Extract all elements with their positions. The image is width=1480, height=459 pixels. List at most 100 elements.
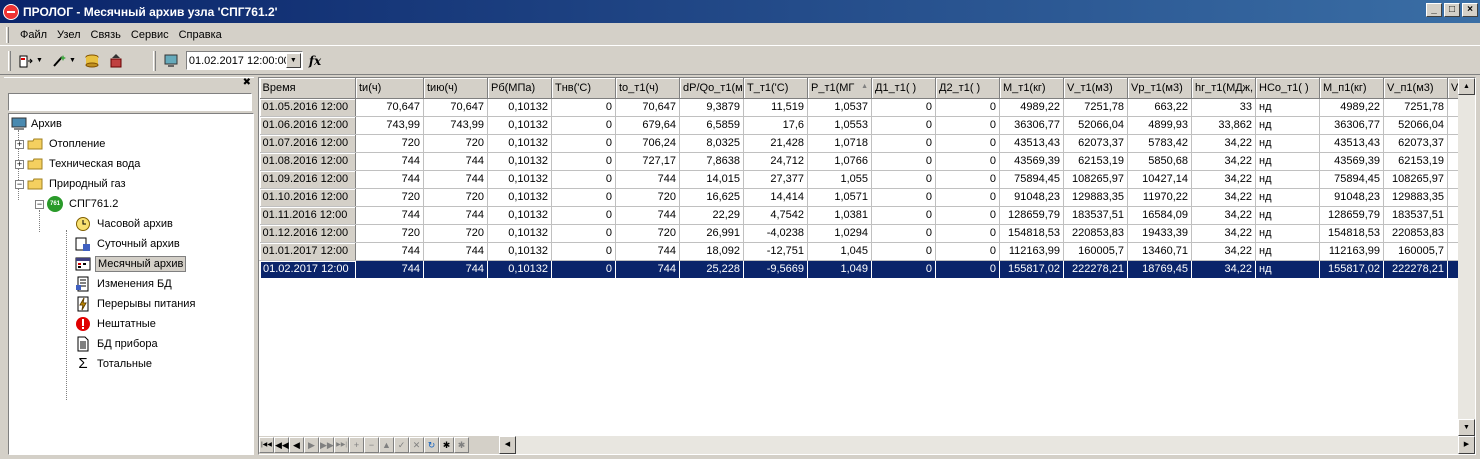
table-cell[interactable]: 9,3879	[679, 98, 744, 117]
table-row[interactable]: 01.01.2017 12:00 744 744 0,10132 0 744 18,092-…	[259, 242, 1460, 261]
table-cell[interactable]: 34,22	[1191, 134, 1256, 153]
table-cell[interactable]: 0	[871, 152, 936, 171]
table-cell[interactable]: 33,862	[1191, 116, 1256, 135]
table-cell[interactable]: 1,055	[807, 170, 872, 189]
nav-apply-filter-icon[interactable]: ✱	[439, 437, 454, 453]
table-cell[interactable]: 1,049	[807, 259, 872, 279]
table-cell[interactable]: 70,647	[423, 98, 488, 117]
table-cell[interactable]: нд	[1255, 242, 1320, 261]
close-icon[interactable]: ✖	[243, 77, 251, 88]
table-cell[interactable]: 720	[615, 224, 680, 243]
table-cell[interactable]: 0,10132	[487, 152, 552, 171]
column-header[interactable]: Д1_т1( )	[871, 78, 936, 99]
table-cell[interactable]: 0,10132	[487, 98, 552, 117]
table-cell[interactable]: 0	[551, 170, 616, 189]
table-cell[interactable]: 0	[871, 170, 936, 189]
tree-filter-input[interactable]	[8, 93, 252, 111]
table-cell[interactable]: 720	[355, 188, 424, 207]
table-cell[interactable]: 0	[935, 206, 1000, 225]
column-header[interactable]: M_т1(кг)	[999, 78, 1064, 99]
table-cell[interactable]: 128659,79	[999, 206, 1064, 225]
table-cell[interactable]: нд	[1255, 259, 1320, 279]
table-cell[interactable]: 222278,21	[1383, 259, 1448, 279]
table-cell[interactable]: 679,64	[615, 116, 680, 135]
table-cell[interactable]: 155817,02	[1319, 259, 1384, 279]
table-cell[interactable]: 183537,51	[1383, 206, 1448, 225]
database-button[interactable]	[81, 50, 103, 72]
table-cell[interactable]: 0,10132	[487, 224, 552, 243]
table-cell[interactable]: 744	[355, 242, 424, 261]
table-cell[interactable]: 5783,42	[1127, 134, 1192, 153]
collapse-icon[interactable]: −	[35, 199, 44, 209]
table-cell[interactable]: нд	[1255, 134, 1320, 153]
table-cell[interactable]: 744	[423, 259, 488, 279]
column-header[interactable]: dP/Qo_т1(м	[679, 78, 744, 99]
table-cell[interactable]: 706,24	[615, 134, 680, 153]
table-cell[interactable]: 43513,43	[999, 134, 1064, 153]
column-header[interactable]: T_т1('С)	[743, 78, 808, 99]
table-cell[interactable]: -9,5669	[743, 259, 808, 279]
table-row[interactable]: 01.08.2016 12:00 744 744 0,10132 0 727,17 7,86…	[259, 152, 1460, 171]
tree-node-totals[interactable]: Σ Тотальные	[75, 354, 154, 374]
table-cell[interactable]: 744	[355, 206, 424, 225]
table-cell[interactable]: 108265,97	[1383, 170, 1448, 189]
table-cell[interactable]: 0,10132	[487, 259, 552, 279]
table-cell[interactable]: 7,8638	[679, 152, 744, 171]
nav-cancel-icon[interactable]: ✕	[409, 437, 424, 453]
table-cell[interactable]: 744	[355, 259, 424, 279]
tree-node-db-changes[interactable]: Изменения БД	[75, 274, 174, 294]
row-timestamp[interactable]: 01.10.2016 12:00	[259, 188, 356, 207]
table-row[interactable]: 01.02.2017 12:00 744 744 0,10132 0 744 25,228-…	[259, 259, 1460, 279]
table-cell[interactable]: 1,0766	[807, 152, 872, 171]
nav-insert-icon[interactable]: +	[349, 437, 364, 453]
column-header[interactable]: tию(ч)	[423, 78, 488, 99]
table-cell[interactable]: 0	[935, 224, 1000, 243]
table-cell[interactable]: 24,712	[743, 152, 808, 171]
table-cell[interactable]: 0,10132	[487, 242, 552, 261]
column-header[interactable]: hг_т1(МДж,	[1191, 78, 1256, 99]
table-row[interactable]: 01.12.2016 12:00 720 720 0,10132 0 720 26,991-…	[259, 224, 1460, 243]
column-header[interactable]: P_т1(МГ ▲	[807, 78, 872, 99]
column-header[interactable]: Vр_т1(м3)	[1127, 78, 1192, 99]
nav-last-icon[interactable]: ▶▶|	[334, 437, 349, 453]
table-cell[interactable]: 33	[1191, 98, 1256, 117]
table-cell[interactable]: -12,751	[743, 242, 808, 261]
table-cell[interactable]: 744	[423, 170, 488, 189]
table-cell[interactable]: 0	[935, 116, 1000, 135]
table-cell[interactable]: 14,015	[679, 170, 744, 189]
nav-prior-page-icon[interactable]: ◀◀	[274, 437, 289, 453]
table-cell[interactable]: 743,99	[355, 116, 424, 135]
connect-button[interactable]: ▼	[15, 50, 46, 72]
table-cell[interactable]: 154818,53	[1319, 224, 1384, 243]
table-cell[interactable]: 0	[551, 116, 616, 135]
nav-first-icon[interactable]: |◀◀	[259, 437, 274, 453]
column-header[interactable]: V_т1(м3)	[1063, 78, 1128, 99]
table-cell[interactable]: 663,22	[1127, 98, 1192, 117]
nav-edit-icon[interactable]: ▲	[379, 437, 394, 453]
table-cell[interactable]: 0	[935, 152, 1000, 171]
column-header[interactable]: Д2_т1( )	[935, 78, 1000, 99]
table-cell[interactable]: 62073,37	[1063, 134, 1128, 153]
table-cell[interactable]: 744	[615, 259, 680, 279]
table-cell[interactable]: 154818,53	[999, 224, 1064, 243]
nav-post-icon[interactable]: ✓	[394, 437, 409, 453]
table-cell[interactable]: 744	[615, 170, 680, 189]
table-cell[interactable]: 1,045	[807, 242, 872, 261]
row-timestamp[interactable]: 01.12.2016 12:00	[259, 224, 356, 243]
table-cell[interactable]: 0	[871, 224, 936, 243]
table-cell[interactable]: 0,10132	[487, 188, 552, 207]
menu-connection[interactable]: Связь	[86, 27, 126, 43]
table-cell[interactable]: 0,10132	[487, 134, 552, 153]
menu-help[interactable]: Справка	[174, 27, 227, 43]
table-cell[interactable]: 75894,45	[999, 170, 1064, 189]
table-cell[interactable]: 70,647	[615, 98, 680, 117]
table-cell[interactable]: 0	[551, 206, 616, 225]
table-cell[interactable]: 160005,7	[1063, 242, 1128, 261]
row-timestamp[interactable]: 01.02.2017 12:00	[259, 259, 356, 279]
tree-node-daily[interactable]: Суточный архив	[75, 234, 182, 254]
table-cell[interactable]: 128659,79	[1319, 206, 1384, 225]
table-cell[interactable]: 720	[423, 224, 488, 243]
table-cell[interactable]: 16584,09	[1127, 206, 1192, 225]
table-cell[interactable]: 744	[423, 206, 488, 225]
toolbar-grip[interactable]	[152, 50, 156, 71]
